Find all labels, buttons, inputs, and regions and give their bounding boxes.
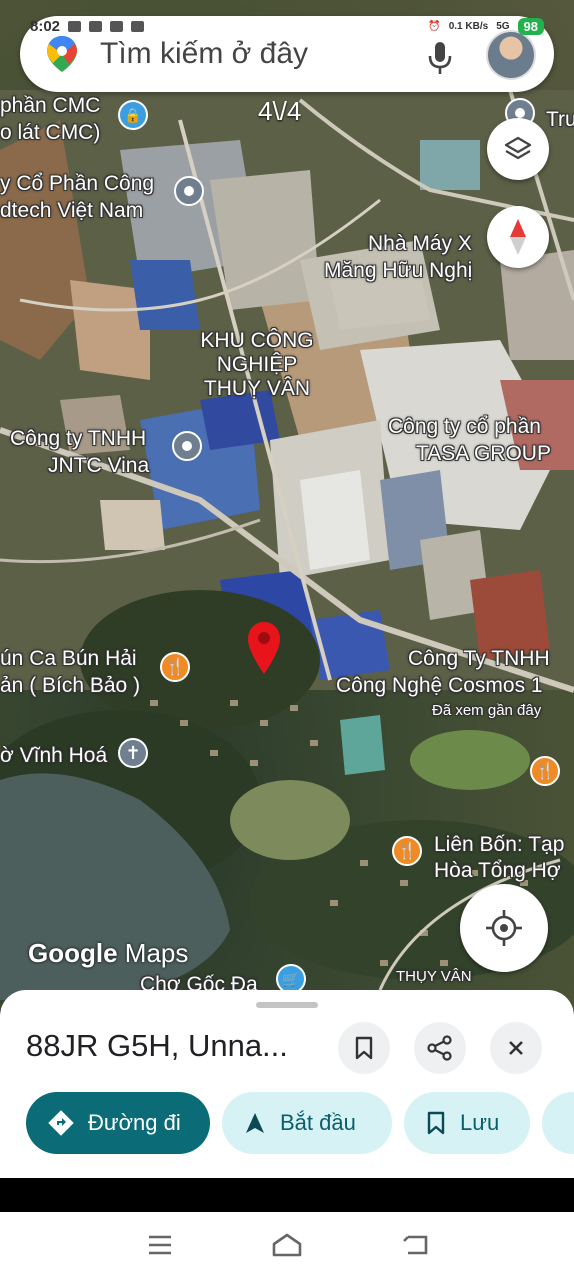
battery-level: 98 xyxy=(517,17,544,35)
map-label: Liên Bốn: Tạp xyxy=(434,833,565,856)
map-label: NGHIỆP xyxy=(216,353,298,376)
recent-apps-button[interactable] xyxy=(140,1230,180,1260)
zalo-icon xyxy=(89,20,103,32)
messenger-icon xyxy=(68,20,82,32)
map-label: phần CMC xyxy=(0,94,101,117)
restaurant-poi-icon[interactable]: 🍴 xyxy=(530,756,560,786)
more-actions-chip[interactable] xyxy=(542,1092,574,1154)
map-label: Công ty TNHH xyxy=(10,427,147,450)
microphone-icon[interactable] xyxy=(426,40,454,76)
network-speed: 0.1 KB/s xyxy=(448,20,489,32)
save-button[interactable]: Lưu xyxy=(404,1092,530,1154)
save-label: Lưu xyxy=(460,1110,500,1135)
map-label: Tru xyxy=(546,108,574,131)
map-label: ún Ca Bún Hải xyxy=(0,647,137,670)
alarm-icon: ⏰ xyxy=(428,20,441,32)
compass-icon xyxy=(510,219,526,255)
map-label: y Cổ Phần Công xyxy=(0,172,155,195)
google-maps-logo: Google Maps xyxy=(28,938,189,968)
close-button[interactable] xyxy=(490,1022,542,1074)
status-time: 8:02 xyxy=(30,17,61,35)
system-navigation-bar xyxy=(0,1212,574,1280)
my-location-button[interactable] xyxy=(460,884,548,972)
map-label: Măng Hữu Nghị xyxy=(324,259,473,282)
map-label: KHU CÔNG xyxy=(200,329,314,352)
back-button[interactable] xyxy=(396,1230,436,1260)
map-label: Đã xem gần đây xyxy=(432,702,542,719)
photo-counter: 4\/4 xyxy=(258,96,302,126)
start-label: Bắt đầu xyxy=(280,1110,356,1135)
layers-button[interactable] xyxy=(487,118,549,180)
status-bar: 8:02 ⏰ 0.1 KB/s 5G 98 xyxy=(30,14,544,38)
google-maps-pin-logo-icon xyxy=(47,36,77,72)
back-icon xyxy=(403,1235,428,1255)
bookmark-icon xyxy=(427,1111,445,1135)
sheet-drag-handle[interactable] xyxy=(256,1002,318,1008)
map-label: ản ( Bích Bảo ) xyxy=(0,674,141,697)
dropped-pin-icon[interactable] xyxy=(246,620,282,676)
place-title: 88JR G5H, Unna... xyxy=(26,1028,288,1063)
tiktok-icon xyxy=(110,20,124,32)
map-label: Nhà Máy X xyxy=(368,232,472,255)
map-label: Công Nghệ Cosmos 1 xyxy=(336,674,543,697)
compass-button[interactable] xyxy=(487,206,549,268)
menu-icon xyxy=(149,1235,171,1255)
map-label: Công ty cổ phần xyxy=(388,415,541,438)
layers-icon xyxy=(504,136,532,160)
directions-icon xyxy=(48,1110,74,1136)
navigation-arrow-icon xyxy=(246,1113,264,1133)
search-placeholder: Tìm kiếm ở đây xyxy=(100,37,309,70)
share-icon xyxy=(427,1035,452,1061)
close-icon xyxy=(509,1041,523,1055)
screen-divider xyxy=(0,1178,574,1212)
bookmark-icon xyxy=(355,1036,373,1060)
place-poi-icon[interactable] xyxy=(172,431,202,461)
map-label: THỤY VÂN xyxy=(396,968,472,985)
home-button[interactable] xyxy=(267,1230,307,1260)
home-icon xyxy=(272,1233,302,1257)
map-label: THUỴ VÂN xyxy=(203,377,311,400)
church-poi-icon[interactable]: ✝ xyxy=(118,738,148,768)
directions-button[interactable]: Đường đi xyxy=(26,1092,210,1154)
map-label: o lát CMC) xyxy=(0,121,101,144)
map-label: ờ Vĩnh Hoá xyxy=(0,744,108,767)
map-label: JNTC Vina xyxy=(48,454,150,477)
crosshair-icon xyxy=(486,910,522,946)
place-poi-icon[interactable] xyxy=(174,176,204,206)
share-button[interactable] xyxy=(414,1022,466,1074)
mail-icon xyxy=(131,20,145,32)
map-label: dtech Việt Nam xyxy=(0,199,144,222)
restaurant-poi-icon[interactable]: 🍴 xyxy=(160,652,190,682)
map-label: Hòa Tổng Hợ xyxy=(434,859,561,882)
directions-label: Đường đi xyxy=(88,1110,181,1135)
network-type: 5G xyxy=(496,20,510,32)
map-label: TASA GROUP xyxy=(416,442,551,465)
start-button[interactable]: Bắt đầu xyxy=(222,1092,392,1154)
place-bottom-sheet[interactable]: 88JR G5H, Unna... Đường đi Bắt đầu Lưu xyxy=(0,990,574,1178)
map-label: Công Ty TNHH xyxy=(408,647,550,670)
bookmark-button[interactable] xyxy=(338,1022,390,1074)
lock-poi-icon[interactable]: 🔒 xyxy=(118,100,148,130)
satellite-map[interactable]: phần CMC o lát CMC) Tru y Cổ Phần Công d… xyxy=(0,0,574,1010)
restaurant-poi-icon[interactable]: 🍴 xyxy=(392,836,422,866)
